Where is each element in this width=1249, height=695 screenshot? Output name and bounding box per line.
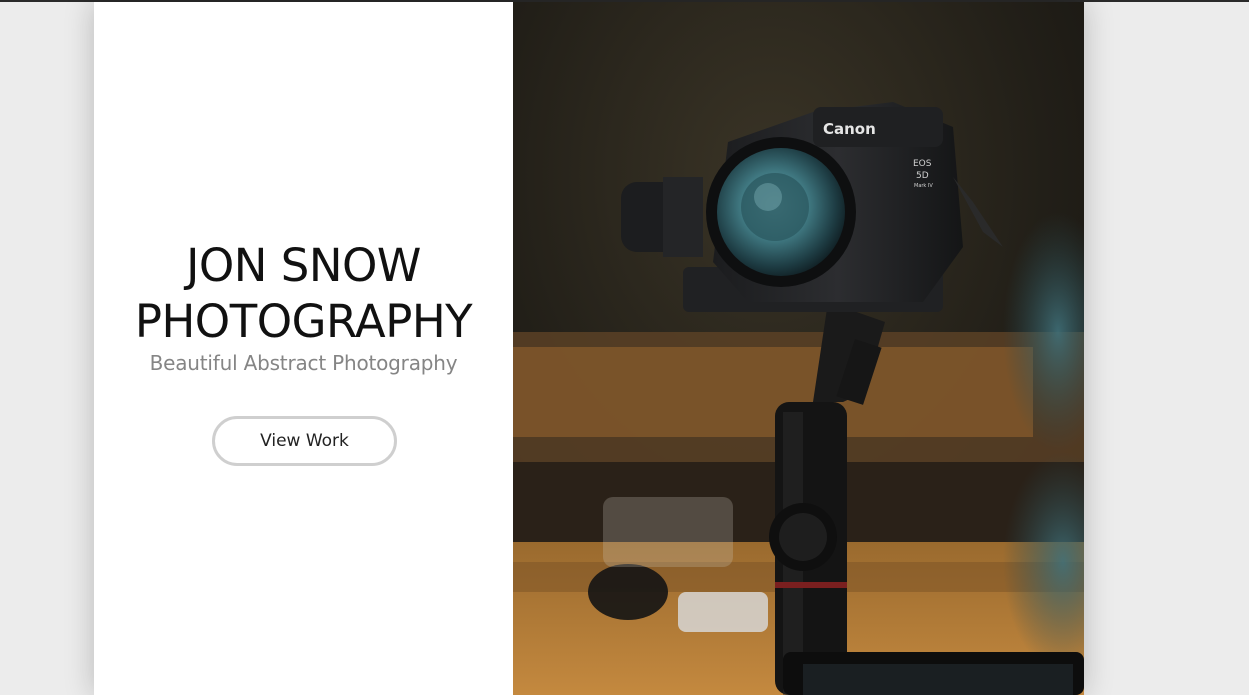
camera-gimbal-photo: Canon EOS 5D Mark IV [513, 2, 1084, 695]
site-subtitle: Beautiful Abstract Photography [149, 351, 458, 375]
camera-model-line-2: 5D [916, 171, 929, 181]
site-title-line-2: PHOTOGRAPHY [134, 295, 473, 348]
hero-section: JON SNOW PHOTOGRAPHY Beautiful Abstract … [94, 2, 1084, 695]
camera-model-line-3: Mark IV [914, 183, 933, 189]
hero-text-panel: JON SNOW PHOTOGRAPHY Beautiful Abstract … [94, 2, 513, 695]
view-work-button[interactable]: View Work [212, 416, 397, 466]
hero-photo: Canon EOS 5D Mark IV [513, 2, 1084, 695]
hero-heading: JON SNOW PHOTOGRAPHY Beautiful Abstract … [94, 238, 513, 376]
site-title-line-1: JON SNOW [186, 239, 421, 292]
camera-brand-label: Canon [823, 120, 876, 138]
camera-model-line-1: EOS [913, 159, 932, 169]
